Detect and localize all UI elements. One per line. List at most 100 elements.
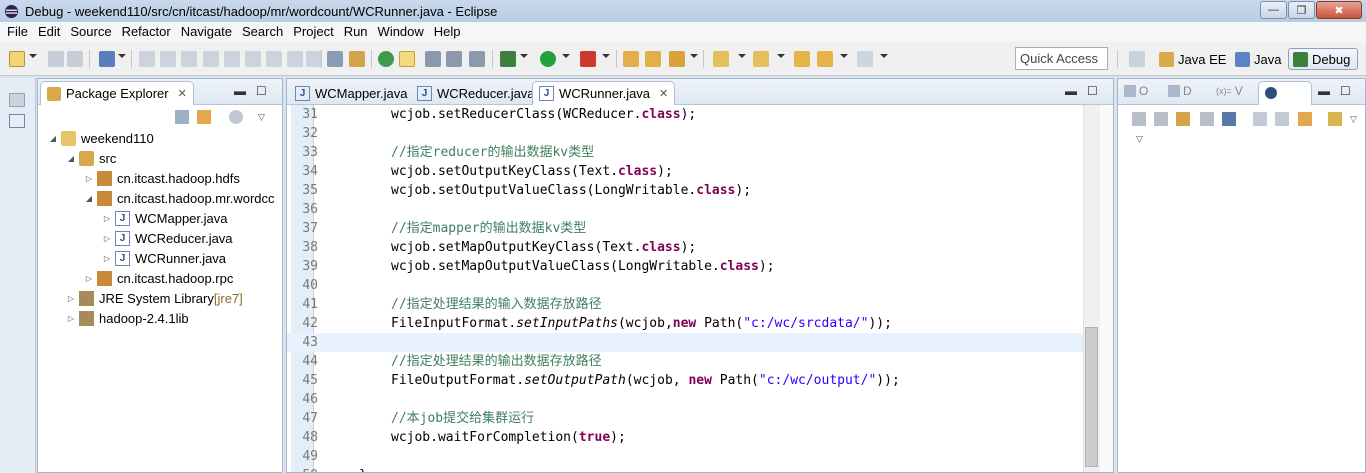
maximize-editor-icon[interactable]: ☐ <box>1087 84 1098 98</box>
print-icon[interactable] <box>99 51 115 67</box>
minimize-editor-icon[interactable]: ▬ <box>1065 84 1077 98</box>
focus-icon[interactable] <box>229 110 243 124</box>
collapsed-icon[interactable]: ▷ <box>84 274 94 283</box>
menu-project[interactable]: Project <box>288 22 338 42</box>
minimize-view-icon[interactable]: ▬ <box>1318 84 1330 98</box>
open-type-icon[interactable] <box>669 51 685 67</box>
use-step-filters-icon[interactable] <box>327 51 343 67</box>
link-with-debug-icon[interactable] <box>1298 112 1312 126</box>
minimize-button[interactable]: — <box>1260 1 1287 19</box>
next-annotation-icon[interactable] <box>713 51 729 67</box>
toggle-breakpoint-icon[interactable] <box>378 51 394 67</box>
code-line[interactable]: 35 wcjob.setOutputValueClass(LongWritable… <box>287 181 1087 200</box>
mark-occurrences-icon[interactable] <box>399 51 415 67</box>
forward-dropdown-icon[interactable] <box>880 54 888 58</box>
collapsed-icon[interactable]: ▷ <box>102 254 112 263</box>
previous-annotation-dropdown-icon[interactable] <box>777 54 785 58</box>
skip-all-breakpoints-icon[interactable] <box>1222 112 1236 126</box>
expanded-icon[interactable]: ◢ <box>48 134 58 143</box>
save-all-icon[interactable] <box>67 51 83 67</box>
code-line[interactable]: 36 <box>287 200 1087 219</box>
code-line[interactable]: 41 //指定处理结果的输入数据存放路径 <box>287 295 1087 314</box>
maximize-view-icon[interactable]: ☐ <box>256 84 267 98</box>
tab-variables[interactable]: (x)= V <box>1216 84 1243 98</box>
menu-window[interactable]: Window <box>373 22 429 42</box>
show-whitespace-icon[interactable] <box>446 51 462 67</box>
tree-item-project[interactable]: ◢ weekend110 <box>48 128 154 148</box>
tree-item-hadoop-lib[interactable]: ▷ hadoop-2.4.1lib <box>66 308 189 328</box>
tree-item-wcrunner[interactable]: ▷ J WCRunner.java <box>102 248 226 268</box>
maximize-button[interactable]: ❒ <box>1288 1 1315 19</box>
new-java-project-icon[interactable] <box>623 51 639 67</box>
back-icon[interactable] <box>817 51 833 67</box>
open-type-dropdown-icon[interactable] <box>690 54 698 58</box>
new-icon[interactable] <box>9 51 25 67</box>
menu-help[interactable]: Help <box>429 22 466 42</box>
collapsed-icon[interactable]: ▷ <box>102 214 112 223</box>
close-tab-icon[interactable]: ✕ <box>178 87 187 100</box>
tab-declaration[interactable]: D <box>1168 84 1192 98</box>
view-menu-icon[interactable]: ▽ <box>258 112 265 123</box>
menu-search[interactable]: Search <box>237 22 288 42</box>
collapsed-icon[interactable]: ▷ <box>102 234 112 243</box>
chevron-down-icon[interactable]: ▽ <box>1136 134 1143 145</box>
close-tab-icon[interactable]: ✕ <box>659 87 668 100</box>
menu-source[interactable]: Source <box>65 22 116 42</box>
code-line[interactable]: 33 //指定reducer的输出数据kv类型 <box>287 143 1087 162</box>
run-dropdown-icon[interactable] <box>562 54 570 58</box>
expanded-icon[interactable]: ◢ <box>84 194 94 203</box>
previous-annotation-icon[interactable] <box>753 51 769 67</box>
maximize-view-icon[interactable]: ☐ <box>1340 84 1351 98</box>
code-line[interactable]: 42 FileInputFormat.setInputPaths(wcjob,ne… <box>287 314 1087 333</box>
package-explorer-tab[interactable]: Package Explorer ✕ <box>40 81 194 105</box>
menu-navigate[interactable]: Navigate <box>176 22 237 42</box>
tab-wcreducer[interactable]: J WCReducer.java <box>411 81 541 105</box>
menu-refactor[interactable]: Refactor <box>117 22 176 42</box>
perspective-debug[interactable]: Debug <box>1288 48 1358 70</box>
open-console-icon[interactable] <box>349 51 365 67</box>
code-line[interactable]: 43 <box>287 333 1087 352</box>
open-perspective-icon[interactable] <box>1129 51 1145 67</box>
tab-wcrunner[interactable]: J WCRunner.java ✕ <box>532 81 676 105</box>
view-menu-icon[interactable]: ▽ <box>1350 114 1357 125</box>
collapsed-icon[interactable]: ▷ <box>84 174 94 183</box>
menu-run[interactable]: Run <box>339 22 373 42</box>
print-dropdown-icon[interactable] <box>118 54 126 58</box>
code-line[interactable]: 39 wcjob.setMapOutputValueClass(LongWrita… <box>287 257 1087 276</box>
code-line[interactable]: 45 FileOutputFormat.setOutputPath(wcjob, … <box>287 371 1087 390</box>
skip-breakpoints-icon[interactable] <box>139 51 155 67</box>
quick-access-input[interactable]: Quick Access <box>1015 47 1108 70</box>
code-line[interactable]: 47 //本job提交给集群运行 <box>287 409 1087 428</box>
debug-dropdown-icon[interactable] <box>520 54 528 58</box>
collapsed-icon[interactable]: ▷ <box>66 294 76 303</box>
suspend-icon[interactable] <box>181 51 197 67</box>
last-edit-location-icon[interactable] <box>794 51 810 67</box>
code-line[interactable]: 49 <box>287 447 1087 466</box>
tree-item-package-rpc[interactable]: ▷ cn.itcast.hadoop.rpc <box>84 268 233 288</box>
tree-item-package-hdfs[interactable]: ▷ cn.itcast.hadoop.hdfs <box>84 168 240 188</box>
tab-wcmapper[interactable]: J WCMapper.java <box>289 81 413 105</box>
tab-outline[interactable]: O <box>1124 84 1148 98</box>
collapse-all-icon[interactable] <box>175 110 189 124</box>
code-line[interactable]: 40 <box>287 276 1087 295</box>
code-line[interactable]: 44 //指定处理结果的输出数据存放路径 <box>287 352 1087 371</box>
tree-item-package-wordcount[interactable]: ◢ cn.itcast.hadoop.mr.wordcc <box>84 188 275 208</box>
toggle-block-icon[interactable] <box>425 51 441 67</box>
new-dropdown-icon[interactable] <box>29 54 37 58</box>
code-line[interactable]: 34 wcjob.setOutputKeyClass(Text.class); <box>287 162 1087 181</box>
save-icon[interactable] <box>48 51 64 67</box>
show-breakpoints-icon[interactable] <box>1176 112 1190 126</box>
terminate-icon[interactable] <box>203 51 219 67</box>
minimize-view-icon[interactable]: ▬ <box>234 84 246 98</box>
new-package-icon[interactable] <box>645 51 661 67</box>
tree-item-wcmapper[interactable]: ▷ J WCMapper.java <box>102 208 227 228</box>
restore-icon[interactable] <box>9 93 25 107</box>
link-with-editor-icon[interactable] <box>197 110 211 124</box>
disconnect-icon[interactable] <box>224 51 240 67</box>
scrollbar-thumb[interactable] <box>1085 327 1098 467</box>
next-annotation-dropdown-icon[interactable] <box>738 54 746 58</box>
coverage-dropdown-icon[interactable] <box>602 54 610 58</box>
code-line[interactable]: 31 wcjob.setReducerClass(WCReducer.class)… <box>287 105 1087 124</box>
back-dropdown-icon[interactable] <box>840 54 848 58</box>
code-line[interactable]: 50} <box>287 466 1087 472</box>
